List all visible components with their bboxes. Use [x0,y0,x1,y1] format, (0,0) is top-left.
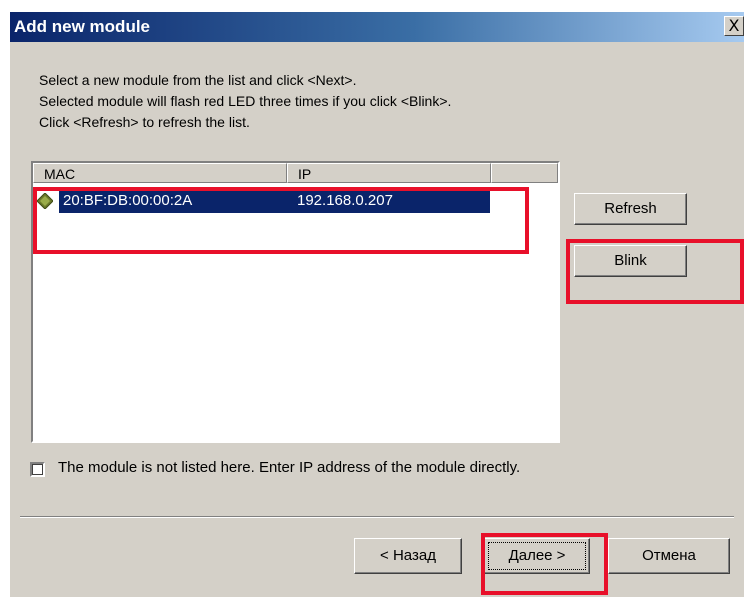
column-header-ip[interactable]: IP [287,163,491,183]
next-button[interactable]: Далее > [484,538,590,574]
list-header: MAC IP [33,163,558,183]
close-icon: X [728,16,740,35]
instruction-line-1: Select a new module from the list and cl… [39,72,357,88]
manual-ip-checkbox[interactable] [30,462,45,477]
dialog-title: Add new module [14,17,150,36]
module-row[interactable]: 20:BF:DB:00:00:2A 192.168.0.207 [35,189,490,213]
column-header-mac[interactable]: MAC [33,163,287,183]
close-button[interactable]: X [724,16,744,36]
title-bar: Add new module X [10,12,744,42]
row-mac: 20:BF:DB:00:00:2A [63,192,193,209]
module-list[interactable]: MAC IP 20:BF:DB:00:00:2A 192.168.0.207 [31,161,560,443]
refresh-button[interactable]: Refresh [574,193,687,225]
row-ip: 192.168.0.207 [297,192,393,209]
instructions: Select a new module from the list and cl… [39,70,451,133]
instruction-line-2: Selected module will flash red LED three… [39,93,452,109]
diamond-module-icon [37,193,53,209]
separator [20,516,734,518]
column-header-empty [491,163,558,183]
instruction-line-3: Click <Refresh> to refresh the list. [39,114,250,130]
back-button[interactable]: < Назад [354,538,462,574]
cancel-button[interactable]: Отмена [608,538,730,574]
manual-ip-label[interactable]: The module is not listed here. Enter IP … [58,459,520,476]
blink-button[interactable]: Blink [574,245,687,277]
